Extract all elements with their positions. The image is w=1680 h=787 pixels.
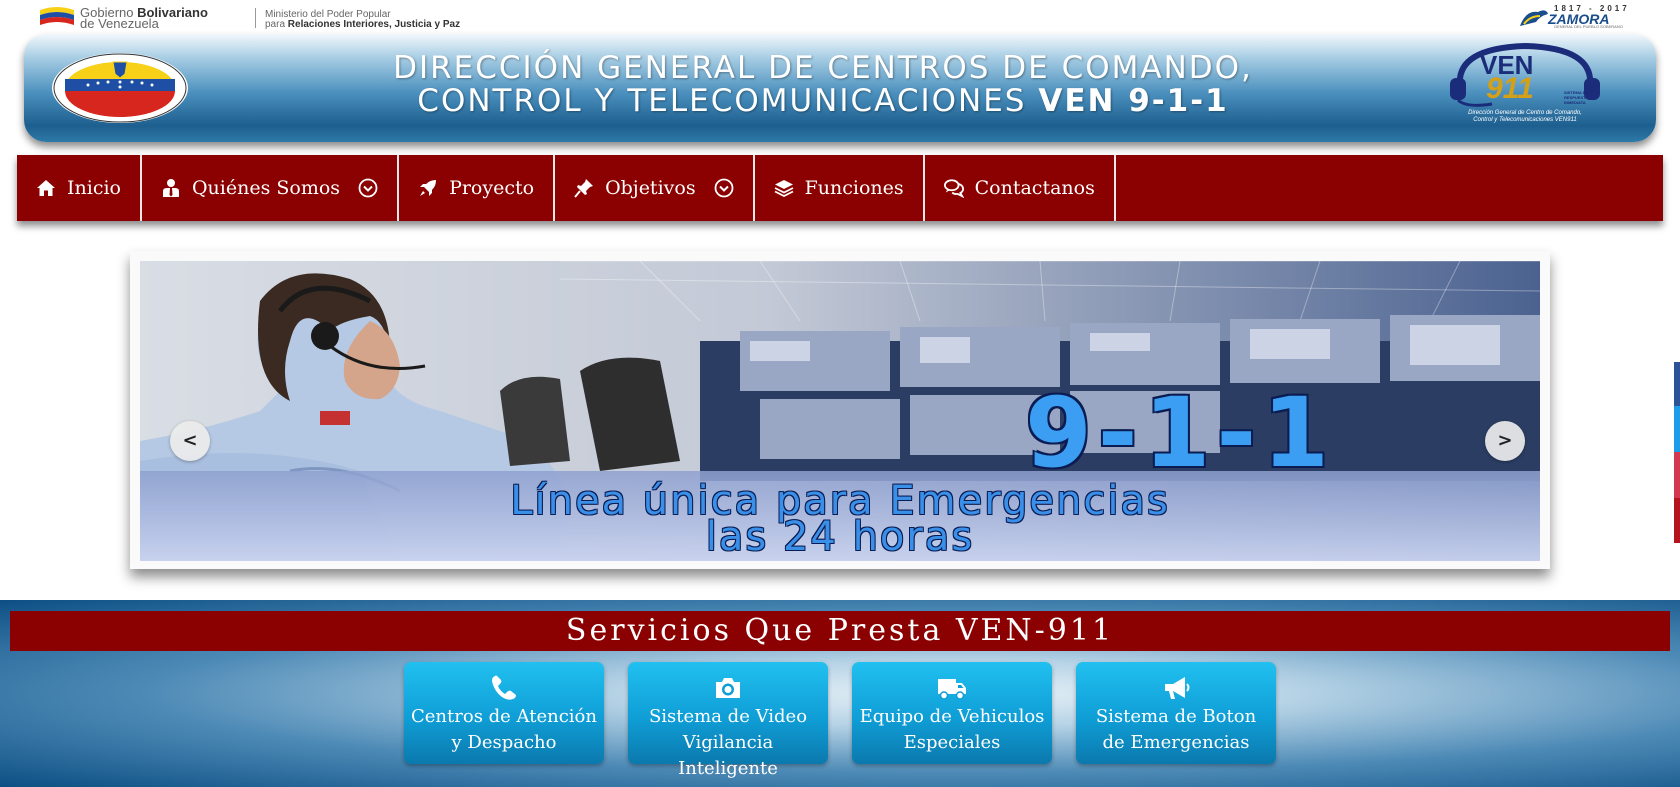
truck-icon bbox=[937, 674, 967, 702]
horseman-icon bbox=[1520, 10, 1548, 26]
service-card-label: Centros de Atención y Despacho bbox=[411, 706, 597, 753]
carousel-slide: 9-1-1 Línea única para Emergencias las 2… bbox=[140, 261, 1540, 561]
venezuela-flag-icon bbox=[40, 7, 74, 25]
ministry-text: Ministerio del Poder Popular para Relaci… bbox=[265, 9, 461, 30]
pin-icon bbox=[574, 178, 594, 198]
nav-item-inicio[interactable]: Inicio bbox=[17, 155, 142, 221]
nav-item-funciones[interactable]: Funciones bbox=[755, 155, 925, 221]
ministry-seal-logo bbox=[52, 53, 188, 123]
zamora-subtitle: GENERAL DEL PUEBLO SOBERANO bbox=[1554, 24, 1623, 29]
carousel-prev-button[interactable]: < bbox=[170, 421, 210, 461]
nav-label: Funciones bbox=[804, 177, 904, 199]
nav-label: Proyecto bbox=[449, 177, 535, 199]
services-section: Servicios Que Presta VEN-911 Centros de … bbox=[0, 600, 1680, 787]
phone-icon bbox=[489, 674, 519, 702]
zamora-logo: 1817 - 2017 ZAMORA GENERAL DEL PUEBLO SO… bbox=[1518, 4, 1636, 29]
nav-label: Contactanos bbox=[974, 177, 1095, 199]
facebook-share-tab[interactable] bbox=[1674, 362, 1680, 406]
service-card-vehiculos-especiales[interactable]: Equipo de Vehiculos Especiales bbox=[852, 662, 1052, 764]
service-card-label: Sistema de Video Vigilancia Inteligente bbox=[648, 706, 808, 779]
twitter-share-tab[interactable] bbox=[1674, 406, 1680, 452]
slide-headline-line2: las 24 horas bbox=[705, 514, 975, 560]
nav-label: Inicio bbox=[67, 177, 121, 199]
service-card-label: Sistema de Boton de Emergencias bbox=[1095, 706, 1257, 753]
ven911-logo: VEN 911 SISTEMA DE RESPUESTA INMEDIATA D… bbox=[1436, 42, 1614, 128]
main-navigation: Inicio Quiénes Somos Proyecto Objetivos … bbox=[17, 155, 1663, 221]
ven-logo-number: 911 bbox=[1486, 72, 1534, 105]
service-card-boton-emergencias[interactable]: Sistema de Boton de Emergencias bbox=[1076, 662, 1276, 764]
gobierno-bolivariano-text: Gobierno Bolivariano de Venezuela bbox=[80, 5, 208, 31]
youtube-share-tab[interactable] bbox=[1674, 498, 1680, 543]
banner-title-line2: CONTROL Y TELECOMUNICACIONES VEN 9-1-1 bbox=[417, 83, 1229, 119]
chevron-down-icon[interactable] bbox=[714, 178, 734, 198]
camera-icon bbox=[713, 674, 743, 702]
nav-item-proyecto[interactable]: Proyecto bbox=[399, 155, 556, 221]
ven-logo-caption: Dirección General de Centro de Comando, C… bbox=[1468, 110, 1582, 123]
ven-logo-side-text: SISTEMA DE RESPUESTA INMEDIATA bbox=[1564, 90, 1589, 105]
layers-icon bbox=[774, 178, 794, 198]
banner-title-line1: DIRECCIÓN GENERAL DE CENTROS DE COMANDO, bbox=[393, 50, 1253, 86]
chevron-down-icon[interactable] bbox=[358, 178, 378, 198]
emergency-number: 9-1-1 bbox=[1024, 377, 1336, 489]
service-card-video-vigilancia[interactable]: Sistema de Video Vigilancia Inteligente bbox=[628, 662, 828, 779]
megaphone-icon bbox=[1161, 674, 1191, 702]
home-icon bbox=[36, 178, 56, 198]
nav-item-quienes-somos[interactable]: Quiénes Somos bbox=[142, 155, 400, 221]
image-carousel: 9-1-1 Línea única para Emergencias las 2… bbox=[130, 251, 1550, 569]
banner-title: DIRECCIÓN GENERAL DE CENTROS DE COMANDO,… bbox=[226, 52, 1420, 118]
gov-divider bbox=[255, 8, 256, 28]
service-card-label: Equipo de Vehiculos Especiales bbox=[859, 706, 1045, 753]
instagram-share-tab[interactable] bbox=[1674, 452, 1680, 498]
nav-label: Quiénes Somos bbox=[191, 177, 341, 199]
service-card-atencion-despacho[interactable]: Centros de Atención y Despacho bbox=[404, 662, 604, 764]
carousel-next-button[interactable]: > bbox=[1485, 421, 1525, 461]
services-title: Servicios Que Presta VEN-911 bbox=[10, 611, 1670, 651]
chat-icon bbox=[943, 178, 964, 198]
rocket-icon bbox=[418, 178, 438, 198]
nav-label: Objetivos bbox=[605, 177, 696, 199]
nav-item-contactanos[interactable]: Contactanos bbox=[925, 155, 1116, 221]
user-tie-icon bbox=[161, 178, 181, 198]
nav-item-objetivos[interactable]: Objetivos bbox=[555, 155, 755, 221]
government-bar: Gobierno Bolivariano de Venezuela Minist… bbox=[0, 0, 1680, 32]
